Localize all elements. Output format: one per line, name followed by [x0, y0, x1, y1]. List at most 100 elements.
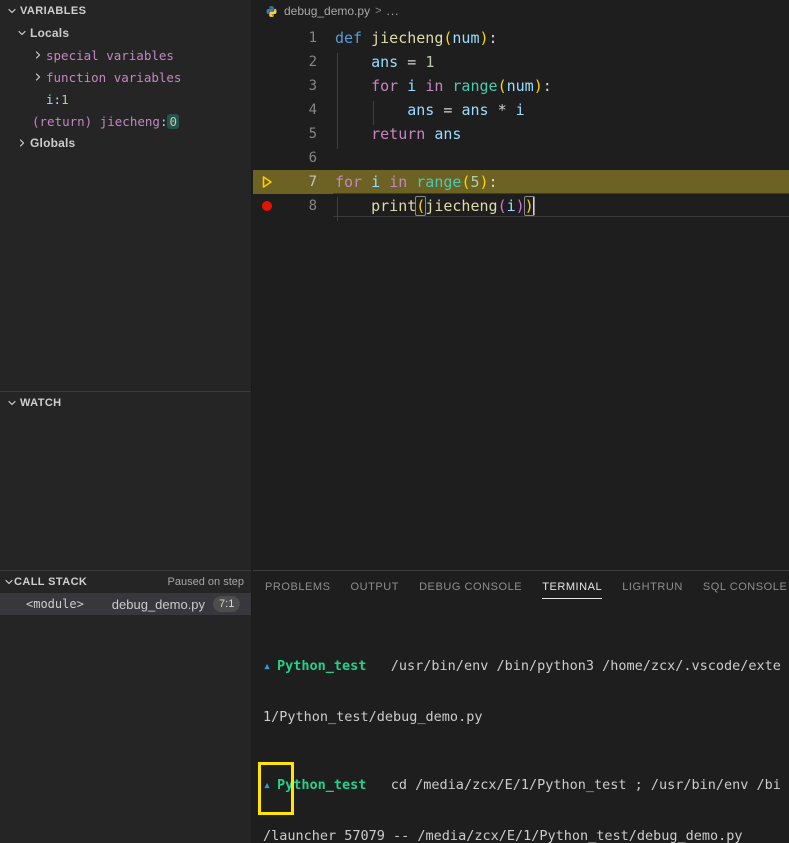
watch-list[interactable] — [0, 414, 251, 570]
chevron-right-icon — [30, 50, 46, 60]
code-line[interactable]: 6 — [253, 146, 789, 170]
variable-value: 1 — [61, 91, 69, 107]
code-editor[interactable]: debug_demo.py > ... 1 def jiecheng(num):… — [253, 0, 789, 570]
command-decoration-icon: ▴ — [263, 658, 272, 674]
call-stack-section: CALL STACK Paused on step <module> debug… — [0, 570, 251, 615]
variables-title: VARIABLES — [20, 5, 87, 17]
line-number: 2 — [308, 54, 317, 70]
breadcrumb-overflow[interactable]: ... — [387, 4, 400, 18]
variables-group-function[interactable]: function variables — [0, 66, 251, 88]
line-number: 5 — [308, 126, 317, 142]
watch-section-header[interactable]: WATCH — [0, 392, 251, 414]
terminal-output[interactable]: ▴ Python_test /usr/bin/env /bin/python3 /… — [253, 603, 789, 843]
variable-group-label: function variables — [46, 69, 182, 85]
tab-sql-console[interactable]: SQL CONSOLE — [703, 571, 788, 603]
variables-scope-locals[interactable]: Locals — [0, 22, 251, 44]
variable-separator: : — [159, 113, 168, 129]
line-number: 4 — [308, 102, 317, 118]
chevron-right-icon — [30, 72, 46, 82]
tab-debug-console[interactable]: DEBUG CONSOLE — [419, 571, 522, 603]
debug-sidebar: VARIABLES Locals special variables funct — [0, 0, 252, 843]
line-number: 1 — [308, 30, 317, 46]
terminal-text: cd /media/zcx/E/1/Python_test ; /usr/bin… — [366, 777, 781, 793]
line-content[interactable]: def jiecheng(num): — [335, 29, 789, 47]
line-content[interactable]: for i in range(num): — [335, 77, 789, 101]
code-line[interactable]: 4 ans = ans * i — [253, 98, 789, 125]
command-decoration-icon: ▴ — [263, 777, 272, 793]
call-stack-file: debug_demo.py — [111, 596, 206, 612]
variable-name: (return) jiecheng — [32, 113, 160, 129]
variable-name: i — [46, 91, 54, 107]
terminal-text: /usr/bin/env /bin/python3 /home/zcx/.vsc… — [366, 658, 781, 674]
terminal-text: 1/Python_test/debug_demo.py — [263, 709, 483, 725]
variable-value: 0 — [167, 113, 179, 129]
chevron-down-icon — [4, 398, 20, 408]
chevron-down-icon — [4, 6, 20, 16]
variable-row-i[interactable]: i: 1 — [0, 88, 251, 110]
variables-scope-globals[interactable]: Globals — [0, 132, 251, 154]
terminal-line: /launcher 57079 -- /media/zcx/E/1/Python… — [263, 828, 789, 843]
tab-output[interactable]: OUTPUT — [351, 571, 400, 603]
python-file-icon — [265, 5, 278, 18]
tab-label: DEBUG CONSOLE — [419, 581, 523, 593]
line-content[interactable]: ans = 1 — [335, 53, 789, 77]
call-stack-title: CALL STACK — [14, 576, 88, 588]
chevron-right-icon: > — [375, 5, 382, 17]
vscode-window: VARIABLES Locals special variables funct — [0, 0, 789, 843]
watch-section: WATCH — [0, 391, 251, 570]
panel-tab-bar[interactable]: PROBLEMS OUTPUT DEBUG CONSOLE TERMINAL L… — [253, 571, 789, 603]
code-line[interactable]: 1 def jiecheng(num): — [253, 26, 789, 50]
terminal-host: Python_test — [277, 777, 367, 793]
line-number: 8 — [308, 198, 317, 214]
variables-section-header[interactable]: VARIABLES — [0, 0, 251, 22]
tab-problems[interactable]: PROBLEMS — [265, 571, 331, 603]
tab-terminal[interactable]: TERMINAL — [542, 571, 603, 603]
terminal-text: /launcher 57079 -- /media/zcx/E/1/Python… — [263, 828, 743, 843]
line-number: 6 — [308, 150, 317, 166]
tab-lightrun[interactable]: LIGHTRUN — [622, 571, 683, 603]
call-stack-frame-name: <module> — [26, 597, 84, 611]
line-number: 3 — [308, 78, 317, 94]
breadcrumb-file[interactable]: debug_demo.py — [284, 4, 370, 18]
call-stack-header[interactable]: CALL STACK Paused on step — [0, 571, 251, 593]
variables-tree: Locals special variables function variab… — [0, 22, 251, 154]
terminal-line: ▴ Python_test cd /media/zcx/E/1/Python_te… — [263, 777, 789, 794]
code-line[interactable]: 3 for i in range(num): — [253, 74, 789, 101]
variables-group-special[interactable]: special variables — [0, 44, 251, 66]
code-line[interactable]: 5 return ans — [253, 122, 789, 149]
execution-pointer-icon — [253, 175, 281, 189]
chevron-down-icon — [4, 577, 14, 587]
call-stack-position: 7:1 — [213, 596, 241, 612]
line-content[interactable]: print(jiecheng(i)) — [333, 193, 789, 221]
variable-separator: : — [53, 91, 62, 107]
tab-label: TERMINAL — [542, 581, 603, 593]
terminal-host: Python_test — [277, 658, 367, 674]
line-content[interactable]: return ans — [335, 125, 789, 149]
code-line-breakpoint[interactable]: 8 print(jiecheng(i)) — [253, 193, 789, 221]
line-number: 7 — [308, 174, 317, 190]
watch-title: WATCH — [20, 397, 62, 409]
chevron-down-icon — [14, 28, 30, 38]
line-content[interactable]: ans = ans * i — [335, 101, 789, 125]
bottom-panel: PROBLEMS OUTPUT DEBUG CONSOLE TERMINAL L… — [253, 570, 789, 843]
code-line-current-execution[interactable]: 7 for i in range(5): — [253, 170, 789, 194]
breakpoint-icon[interactable] — [253, 200, 281, 212]
tab-label: SQL CONSOLE — [702, 581, 788, 593]
variable-group-label: special variables — [46, 47, 174, 63]
terminal-line: 1/Python_test/debug_demo.py — [263, 709, 789, 726]
debug-status-text: Paused on step — [167, 576, 244, 588]
scope-label-globals: Globals — [30, 136, 76, 150]
call-stack-row[interactable]: <module> debug_demo.py 7:1 — [0, 593, 251, 615]
scope-label-locals: Locals — [30, 26, 70, 40]
text-cursor — [532, 197, 535, 215]
tab-label: OUTPUT — [350, 581, 400, 593]
tab-label: PROBLEMS — [265, 581, 331, 593]
line-content[interactable]: for i in range(5): — [335, 173, 789, 191]
chevron-right-icon — [14, 138, 30, 148]
variable-row-return-jiecheng[interactable]: (return) jiecheng: 0 — [0, 110, 251, 132]
terminal-line: ▴ Python_test /usr/bin/env /bin/python3 /… — [263, 658, 789, 675]
code-lines[interactable]: 1 def jiecheng(num): 2 ans = 1 3 for i i… — [253, 26, 789, 221]
code-line[interactable]: 2 ans = 1 — [253, 50, 789, 77]
breadcrumb[interactable]: debug_demo.py > ... — [253, 0, 789, 22]
tab-label: LIGHTRUN — [622, 581, 683, 593]
